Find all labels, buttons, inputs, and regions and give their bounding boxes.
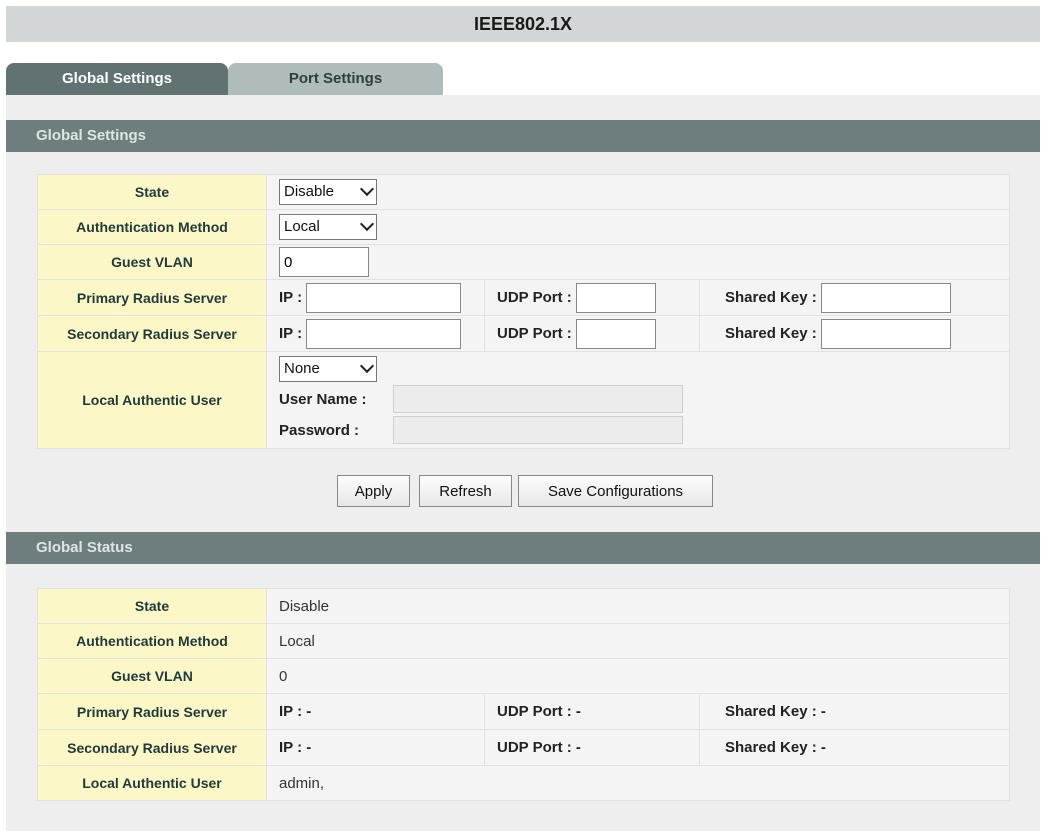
guest-vlan-input[interactable] <box>279 247 369 277</box>
secondary-radius-row: Secondary Radius Server IP : UDP Port : … <box>37 315 1010 352</box>
state-select[interactable]: Disable <box>279 179 377 205</box>
status-primary-radius-row: Primary Radius Server IP : - UDP Port : … <box>37 693 1010 730</box>
status-local-user-value: admin, <box>266 765 1010 801</box>
guest-vlan-row: Guest VLAN <box>37 244 1010 280</box>
auth-method-label: Authentication Method <box>37 209 267 245</box>
secondary-udp-input[interactable] <box>575 318 656 349</box>
status-primary-ip: IP : - <box>279 703 312 720</box>
chevron-down-icon <box>359 216 375 232</box>
save-configurations-button[interactable]: Save Configurations <box>518 475 713 507</box>
status-secondary-udp: UDP Port : - <box>497 739 581 756</box>
status-primary-key: Shared Key : - <box>725 703 826 720</box>
primary-ip-input[interactable] <box>306 282 462 313</box>
local-user-label: Local Authentic User <box>37 351 267 449</box>
password-input[interactable] <box>393 416 683 444</box>
local-user-select-value: None <box>284 360 320 377</box>
primary-ip-label: IP : <box>279 289 303 306</box>
password-label: Password : <box>279 421 360 439</box>
primary-key-input[interactable] <box>820 282 951 313</box>
status-secondary-key: Shared Key : - <box>725 739 826 756</box>
primary-radius-label: Primary Radius Server <box>37 279 267 316</box>
secondary-key-label: Shared Key : <box>725 325 817 342</box>
secondary-ip-input[interactable] <box>306 318 462 349</box>
secondary-ip-label: IP : <box>279 325 303 342</box>
tab-port-settings[interactable]: Port Settings <box>228 63 443 95</box>
chevron-down-icon <box>359 181 375 197</box>
status-guest-vlan-label: Guest VLAN <box>37 658 267 694</box>
username-label: User Name : <box>279 390 367 408</box>
status-auth-method-row: Authentication Method Local <box>37 623 1010 659</box>
username-input[interactable] <box>393 385 683 413</box>
status-primary-udp: UDP Port : - <box>497 703 581 720</box>
refresh-button[interactable]: Refresh <box>419 475 512 507</box>
secondary-udp-label: UDP Port : <box>497 325 572 342</box>
global-settings-header: Global Settings <box>6 120 1040 152</box>
status-state-value: Disable <box>266 588 1010 624</box>
chevron-down-icon <box>359 358 375 374</box>
primary-udp-label: UDP Port : <box>497 289 572 306</box>
state-label: State <box>37 174 267 210</box>
status-state-row: State Disable <box>37 588 1010 624</box>
apply-button[interactable]: Apply <box>337 475 410 507</box>
status-auth-method-value: Local <box>266 623 1010 659</box>
status-auth-method-label: Authentication Method <box>37 623 267 659</box>
status-local-user-row: Local Authentic User admin, <box>37 765 1010 801</box>
status-state-label: State <box>37 588 267 624</box>
primary-key-label: Shared Key : <box>725 289 817 306</box>
global-status-table: State Disable Authentication Method Loca… <box>37 588 1010 801</box>
local-user-row: Local Authentic User None User Name : Pa… <box>37 351 1010 449</box>
status-secondary-radius-row: Secondary Radius Server IP : - UDP Port … <box>37 729 1010 766</box>
page-title: IEEE802.1X <box>6 6 1040 42</box>
status-guest-vlan-value: 0 <box>266 658 1010 694</box>
status-secondary-ip: IP : - <box>279 739 312 756</box>
auth-method-select-value: Local <box>284 218 320 235</box>
global-settings-table: State Disable Authentication Method Loca… <box>37 174 1010 449</box>
primary-radius-row: Primary Radius Server IP : UDP Port : Sh… <box>37 279 1010 316</box>
auth-method-row: Authentication Method Local <box>37 209 1010 245</box>
secondary-radius-label: Secondary Radius Server <box>37 315 267 352</box>
primary-udp-input[interactable] <box>575 282 656 313</box>
status-local-user-label: Local Authentic User <box>37 765 267 801</box>
auth-method-select[interactable]: Local <box>279 214 377 240</box>
guest-vlan-label: Guest VLAN <box>37 244 267 280</box>
status-primary-radius-label: Primary Radius Server <box>37 693 267 730</box>
global-status-header: Global Status <box>6 532 1040 564</box>
tab-global-settings[interactable]: Global Settings <box>6 63 228 95</box>
state-select-value: Disable <box>284 183 335 200</box>
status-guest-vlan-row: Guest VLAN 0 <box>37 658 1010 694</box>
secondary-key-input[interactable] <box>820 318 951 349</box>
status-secondary-radius-label: Secondary Radius Server <box>37 729 267 766</box>
local-user-select[interactable]: None <box>279 356 377 382</box>
state-row: State Disable <box>37 174 1010 210</box>
